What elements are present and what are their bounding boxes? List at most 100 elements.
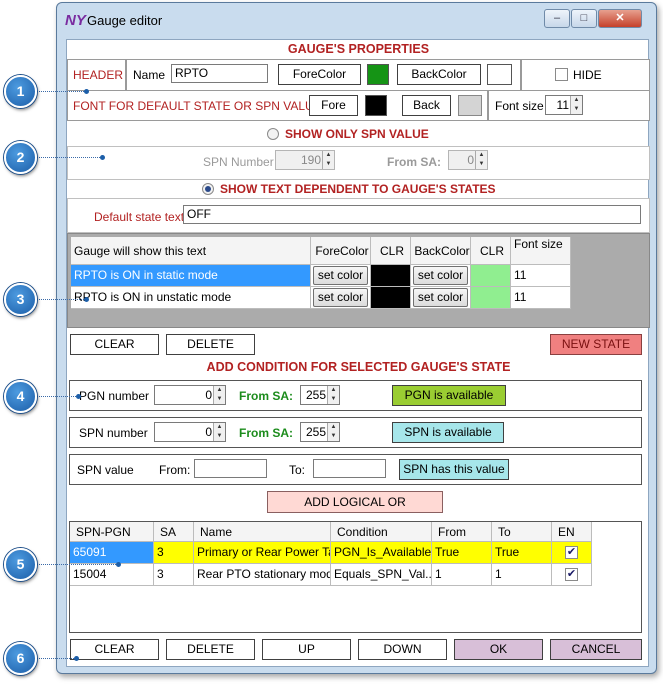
forecolor-swatch[interactable] [367,64,389,85]
title-bar[interactable]: NY Gauge editor – □ ✕ [57,3,656,39]
col-header: Condition [331,522,432,542]
fore-clr-swatch[interactable] [371,265,411,287]
default-state-input[interactable]: OFF [183,205,641,224]
up-button[interactable]: UP [262,639,351,660]
pgn-number-label: PGN number [79,389,150,403]
callout-marker-1: 1 [4,75,37,108]
back-clr-swatch[interactable] [471,287,511,309]
callout-3-leader [36,299,86,300]
stepper-arrows-icon[interactable]: ▲ ▼ [570,96,582,114]
spn-from-sa-stepper2[interactable]: 255 ▲ ▼ [300,422,340,442]
state-row-text[interactable]: RPTO is ON in unstatic mode [71,287,311,309]
callout-marker-3: 3 [4,283,37,316]
pgn-from-sa-stepper[interactable]: 255 ▲ ▼ [300,385,340,405]
state-font-size[interactable]: 11 [511,287,571,309]
row-name[interactable]: Rear PTO stationary mode [194,564,331,586]
row-to[interactable]: 1 [492,564,552,586]
callout-5-dot [116,562,121,567]
fore-font-swatch[interactable] [365,95,387,116]
properties-heading: GAUGE'S PROPERTIES [287,42,430,56]
spn-value-to-input[interactable] [313,459,386,478]
stepper-arrows-icon[interactable]: ▲ ▼ [475,151,487,169]
states-delete-button[interactable]: DELETE [166,334,255,355]
back-clr-swatch[interactable] [471,265,511,287]
row-spnpgn[interactable]: 65091 [70,542,154,564]
stepper-arrows-icon[interactable]: ▲ ▼ [327,386,339,404]
states-radio[interactable] [202,183,214,195]
hide-label: HIDE [573,68,602,82]
callout-1-dot [84,89,89,94]
minimize-button[interactable]: – [544,9,570,28]
spn-only-label: SHOW ONLY SPN VALUE [285,127,429,141]
set-backcolor-button[interactable]: set color [413,266,468,285]
backcolor-button[interactable]: BackColor [397,64,481,85]
hide-checkbox[interactable] [555,68,568,81]
forecolor-button[interactable]: ForeColor [278,64,361,85]
back-font-swatch[interactable] [458,95,482,116]
row-spnpgn[interactable]: 15004 [70,564,154,586]
cancel-button[interactable]: CANCEL [550,639,642,660]
col-header: CLR [371,237,411,265]
clear-button[interactable]: CLEAR [70,639,159,660]
callout-marker-2: 2 [4,141,37,174]
pgn-number-stepper[interactable]: 0 ▲ ▼ [154,385,226,405]
new-state-button[interactable]: NEW STATE [550,334,642,355]
name-label: Name [133,68,166,82]
set-forecolor-button[interactable]: set color [313,288,368,307]
row-sa[interactable]: 3 [154,564,194,586]
spn-available-button[interactable]: SPN is available [392,422,504,443]
col-header: Font size [511,237,571,265]
down-button[interactable]: DOWN [358,639,447,660]
set-backcolor-button[interactable]: set color [413,288,468,307]
pgn-available-button[interactable]: PGN is available [392,385,506,406]
states-grid: Gauge will show this text ForeColor CLR … [67,233,650,328]
col-header: To [492,522,552,542]
stepper-arrows-icon[interactable]: ▲ ▼ [322,151,334,169]
row-condition[interactable]: Equals_SPN_Val... [331,564,432,586]
set-forecolor-button[interactable]: set color [313,266,368,285]
spn-only-group [67,146,650,180]
stepper-arrows-icon[interactable]: ▲ ▼ [327,423,339,441]
row-condition[interactable]: PGN_Is_Available [331,542,432,564]
fore-clr-swatch[interactable] [371,287,411,309]
spn-has-value-button[interactable]: SPN has this value [399,459,509,480]
state-row-text[interactable]: RPTO is ON in static mode [71,265,311,287]
enable-checkbox[interactable]: ✔ [565,546,578,559]
back-font-button[interactable]: Back [402,95,451,116]
spn-from-sa-label: From SA: [387,155,441,169]
spn-from-sa-label2: From SA: [239,426,293,440]
font-size-stepper[interactable]: 11 ▲ ▼ [545,95,583,115]
state-font-size[interactable]: 11 [511,265,571,287]
font-default-label: FONT FOR DEFAULT STATE OR SPN VALUE [73,99,322,113]
row-from[interactable]: 1 [432,564,492,586]
callout-5-leader [36,564,118,565]
states-clear-button[interactable]: CLEAR [70,334,159,355]
enable-checkbox[interactable]: ✔ [565,568,578,581]
row-to[interactable]: True [492,542,552,564]
stepper-arrows-icon[interactable]: ▲ ▼ [213,423,225,441]
add-logical-or-button[interactable]: ADD LOGICAL OR [267,491,443,513]
backcolor-swatch[interactable] [487,64,512,85]
col-header: BackColor [411,237,471,265]
row-name[interactable]: Primary or Rear Power Ta... [194,542,331,564]
spn-only-radio[interactable] [267,128,279,140]
window-title: Gauge editor [87,13,163,28]
spn-number-stepper[interactable]: 190 ▲ ▼ [275,150,335,170]
spn-value-from-input[interactable] [194,459,267,478]
callout-6-dot [74,656,79,661]
stepper-arrows-icon[interactable]: ▲ ▼ [213,386,225,404]
name-input[interactable]: RPTO [171,64,268,83]
row-from[interactable]: True [432,542,492,564]
delete-button[interactable]: DELETE [166,639,255,660]
gauge-editor-window: NY Gauge editor – □ ✕ GAUGE'S PROPERTIES… [56,2,657,674]
spn-from-sa-stepper[interactable]: 0 ▲ ▼ [448,150,488,170]
spn-number-stepper2[interactable]: 0 ▲ ▼ [154,422,226,442]
fore-font-button[interactable]: Fore [309,95,358,116]
pgn-from-sa-label: From SA: [239,389,293,403]
maximize-button[interactable]: □ [571,9,597,28]
ok-button[interactable]: OK [454,639,543,660]
row-sa[interactable]: 3 [154,542,194,564]
close-button[interactable]: ✕ [598,9,642,28]
app-logo-icon: NY [65,12,86,29]
callout-4-dot [76,394,81,399]
